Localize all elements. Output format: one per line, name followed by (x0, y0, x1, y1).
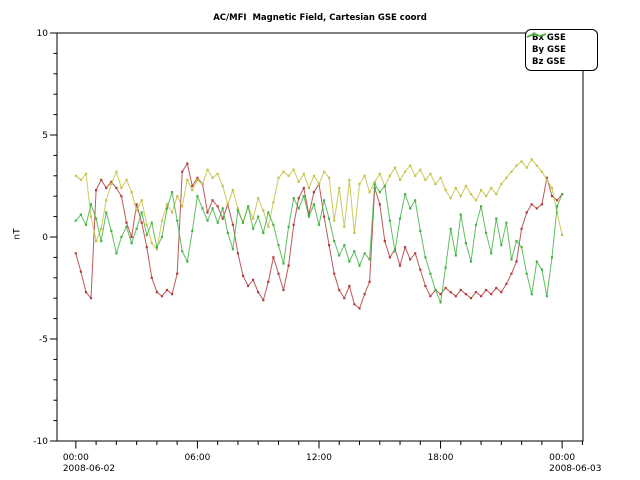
chart-svg: 1050-5-1000:002008-06-0206:0012:0018:000… (0, 0, 640, 480)
x-tick-label: 18:00 (428, 453, 454, 463)
bz-line-sample-icon (526, 30, 548, 40)
x-date-label: 2008-06-03 (549, 464, 601, 474)
series-by-markers (75, 158, 564, 250)
y-tick-label: 5 (42, 131, 48, 141)
plot-frame (57, 33, 583, 441)
legend-item-bz: Bz GSE (530, 56, 594, 68)
x-date-label: 2008-06-02 (63, 464, 115, 474)
y-tick-label: 10 (37, 29, 49, 39)
legend-item-by: By GSE (530, 44, 594, 56)
y-tick-label: -10 (33, 437, 48, 447)
x-tick-label: 12:00 (306, 453, 332, 463)
series-bz-markers (75, 183, 564, 304)
plot-canvas: AC/MFI Magnetic Field, Cartesian GSE coo… (0, 0, 640, 480)
legend-label-bz: Bz GSE (532, 57, 565, 67)
series-by-line (76, 160, 562, 250)
y-tick-label: -5 (39, 335, 48, 345)
series-bx-line (76, 164, 562, 309)
series-bz-line (76, 184, 562, 302)
x-tick-label: 06:00 (184, 453, 210, 463)
x-tick-label: 00:00 (549, 453, 575, 463)
legend-label-by: By GSE (532, 45, 566, 55)
legend: Bx GSE By GSE Bz GSE (525, 29, 598, 71)
y-tick-label: 0 (42, 233, 48, 243)
x-tick-label: 00:00 (63, 453, 89, 463)
